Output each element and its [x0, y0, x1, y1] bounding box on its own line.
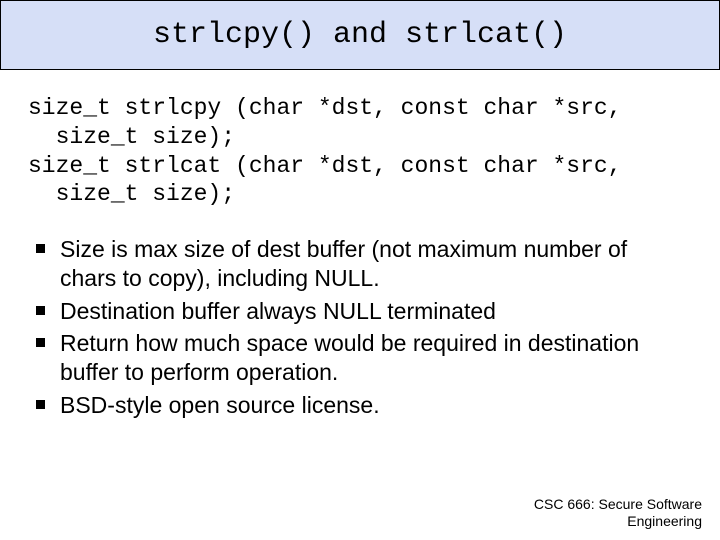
code-signatures: size_t strlcpy (char *dst, const char *s… — [0, 70, 720, 209]
bullet-list: Size is max size of dest buffer (not max… — [0, 209, 720, 420]
list-item: BSD-style open source license. — [60, 391, 684, 420]
list-item: Size is max size of dest buffer (not max… — [60, 235, 684, 293]
list-item: Destination buffer always NULL terminate… — [60, 297, 684, 326]
slide-footer: CSC 666: Secure Software Engineering — [534, 496, 702, 530]
footer-line: CSC 666: Secure Software — [534, 496, 702, 513]
footer-line: Engineering — [534, 513, 702, 530]
slide-title: strlcpy() and strlcat() — [153, 18, 567, 52]
slide-title-band: strlcpy() and strlcat() — [0, 0, 720, 70]
list-item: Return how much space would be required … — [60, 329, 684, 387]
